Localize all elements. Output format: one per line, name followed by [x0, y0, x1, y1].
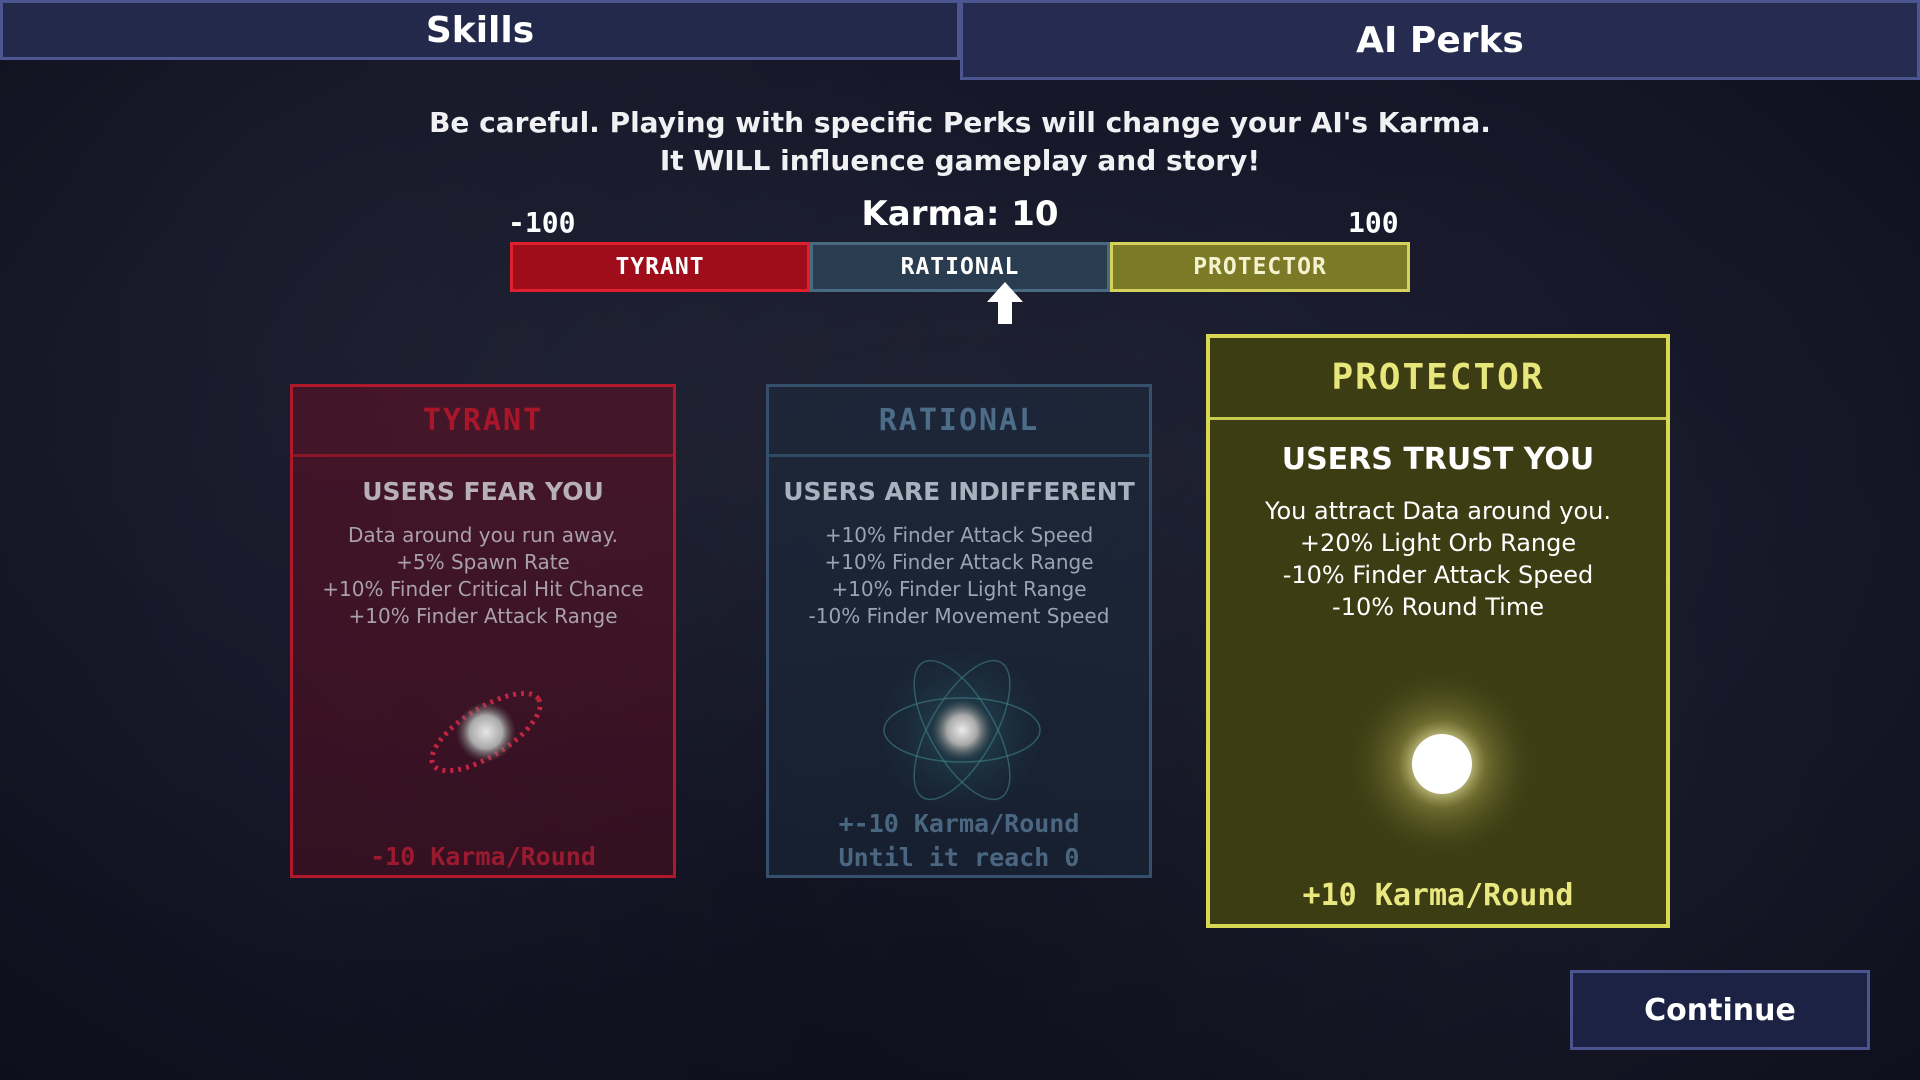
effect-line: +10% Finder Attack Range [824, 550, 1094, 574]
card-karma-rate: +-10 Karma/Round Until it reach 0 [769, 807, 1149, 875]
card-karma-rate: +10 Karma/Round [1302, 878, 1574, 913]
karma-rate-line: +-10 Karma/Round [838, 809, 1080, 838]
continue-button[interactable]: Continue [1570, 970, 1870, 1050]
card-effects: +10% Finder Attack Speed +10% Finder Att… [769, 522, 1149, 630]
effect-line: +10% Finder Attack Range [348, 604, 618, 628]
effect-line: +5% Spawn Rate [396, 550, 570, 574]
perk-card-tyrant[interactable]: TYRANT USERS FEAR YOU Data around you ru… [290, 384, 676, 878]
card-subtitle: USERS ARE INDIFFERENT [783, 477, 1135, 506]
effect-line: +10% Finder Attack Speed [824, 523, 1094, 547]
karma-segment-protector: PROTECTOR [1110, 242, 1410, 292]
karma-min-label: -100 [508, 206, 576, 239]
card-title: PROTECTOR [1210, 338, 1666, 420]
effect-line: Data around you run away. [347, 523, 619, 547]
effect-line: +20% Light Orb Range [1299, 529, 1577, 557]
effect-line: +10% Finder Critical Hit Chance [322, 577, 644, 601]
effect-line: -10% Round Time [1332, 593, 1544, 621]
karma-segment-tyrant: TYRANT [510, 242, 810, 292]
karma-value-label: Karma: 10 [861, 194, 1059, 234]
karma-pointer-up-arrow-icon [987, 282, 1023, 324]
card-effects: Data around you run away. +5% Spawn Rate… [293, 522, 673, 630]
karma-max-label: 100 [1348, 206, 1399, 239]
perk-card-rational[interactable]: RATIONAL USERS ARE INDIFFERENT +10% Find… [766, 384, 1152, 878]
effect-line: +10% Finder Light Range [831, 577, 1087, 601]
warning-line-2: It WILL influence gameplay and story! [659, 144, 1261, 177]
effect-line: -10% Finder Attack Speed [1282, 561, 1594, 589]
card-title: TYRANT [293, 387, 673, 457]
tyrant-orb-icon [429, 690, 543, 774]
card-title: RATIONAL [769, 387, 1149, 457]
tab-ai-perks[interactable]: AI Perks [960, 0, 1920, 80]
effect-line: You attract Data around you. [1264, 497, 1611, 525]
card-karma-rate: -10 Karma/Round [370, 842, 596, 871]
protector-orb-icon [1344, 666, 1540, 862]
warning-line-1: Be careful. Playing with specific Perks … [429, 106, 1491, 139]
card-subtitle: USERS TRUST YOU [1281, 442, 1595, 477]
card-subtitle: USERS FEAR YOU [362, 477, 604, 506]
card-effects: You attract Data around you. +20% Light … [1210, 495, 1666, 623]
karma-rate-condition: Until it reach 0 [838, 843, 1080, 872]
karma-segment-rational: RATIONAL [810, 242, 1110, 292]
tab-skills[interactable]: Skills [0, 0, 960, 60]
karma-warning: Be careful. Playing with specific Perks … [0, 104, 1920, 180]
effect-line: -10% Finder Movement Speed [808, 604, 1110, 628]
rational-orb-icon [882, 650, 1042, 810]
perk-card-protector[interactable]: PROTECTOR USERS TRUST YOU You attract Da… [1206, 334, 1670, 928]
